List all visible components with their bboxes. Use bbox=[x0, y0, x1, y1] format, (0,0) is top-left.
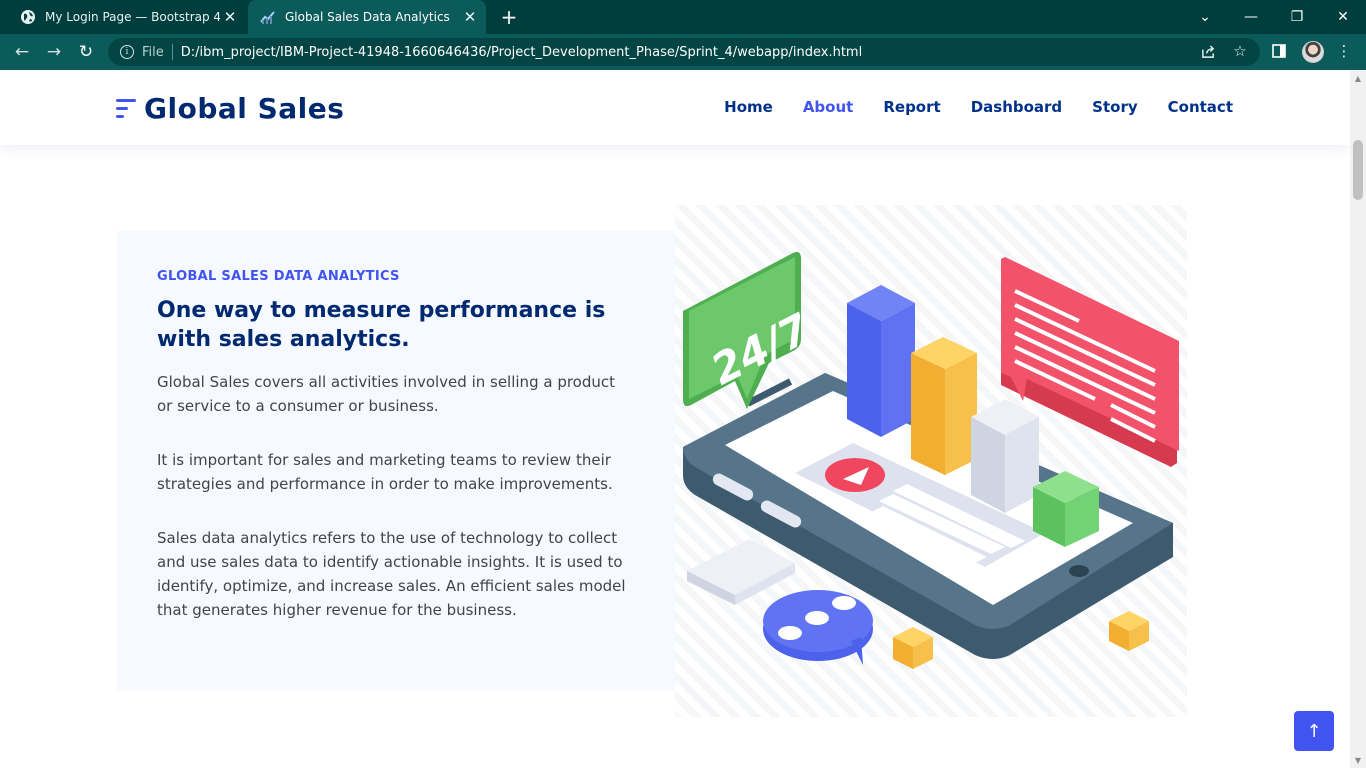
close-window-button[interactable]: ✕ bbox=[1320, 0, 1366, 34]
divider bbox=[171, 44, 173, 60]
forward-button[interactable]: → bbox=[42, 40, 66, 64]
url-text[interactable]: D:/ibm_project/IBM-Project-41948-1660646… bbox=[181, 45, 862, 60]
page-scrollbar[interactable]: ▲ ▼ bbox=[1350, 70, 1366, 768]
isometric-tablet-analytics-illustration: 24/7 bbox=[675, 205, 1187, 717]
about-paragraph: It is important for sales and marketing … bbox=[157, 451, 613, 493]
about-content-card: GLOBAL SALES DATA ANALYTICS One way to m… bbox=[117, 231, 675, 690]
nav-contact[interactable]: Contact bbox=[1168, 98, 1233, 116]
browser-toolbar: ← → ↻ i File D:/ibm_project/IBM-Project-… bbox=[0, 34, 1366, 70]
new-tab-button[interactable]: + bbox=[498, 5, 520, 29]
section-eyebrow: GLOBAL SALES DATA ANALYTICS bbox=[157, 269, 400, 284]
back-button[interactable]: ← bbox=[10, 40, 34, 64]
nav-home[interactable]: Home bbox=[724, 98, 773, 116]
minimize-button[interactable]: — bbox=[1228, 0, 1274, 34]
nav-about[interactable]: About bbox=[803, 98, 854, 116]
scrollbar-thumb[interactable] bbox=[1353, 140, 1363, 200]
site-info-icon[interactable]: i bbox=[120, 45, 134, 59]
scheme-label: File bbox=[142, 44, 164, 60]
browser-tab-strip: My Login Page — Bootstrap 4 Lo ✕ Global … bbox=[0, 0, 1366, 34]
globe-icon bbox=[21, 10, 35, 24]
chart-favicon-icon bbox=[260, 11, 275, 24]
logo-bars-icon bbox=[116, 96, 138, 122]
nav-report[interactable]: Report bbox=[883, 98, 940, 116]
close-tab-icon[interactable]: ✕ bbox=[460, 7, 480, 27]
page-viewport: Global Sales Home About Report Dashboard… bbox=[0, 70, 1350, 768]
share-icon[interactable] bbox=[1197, 40, 1219, 62]
tab-title: My Login Page — Bootstrap 4 Lo bbox=[45, 10, 220, 24]
logo-text: Global Sales bbox=[144, 92, 345, 125]
section-headline: One way to measure performance is with s… bbox=[157, 298, 606, 352]
bookmark-star-icon[interactable]: ☆ bbox=[1229, 40, 1251, 62]
scroll-up-arrow-icon[interactable]: ▲ bbox=[1350, 70, 1366, 86]
profile-avatar[interactable] bbox=[1302, 41, 1324, 63]
close-tab-icon[interactable]: ✕ bbox=[220, 7, 240, 27]
side-panel-icon[interactable] bbox=[1268, 40, 1290, 62]
nav-dashboard[interactable]: Dashboard bbox=[971, 98, 1062, 116]
back-to-top-button[interactable]: ↑ bbox=[1294, 711, 1334, 751]
about-paragraph: Sales data analytics refers to the use o… bbox=[157, 529, 626, 619]
scroll-down-arrow-icon[interactable]: ▼ bbox=[1350, 752, 1366, 768]
kebab-menu-icon[interactable]: ⋮ bbox=[1333, 40, 1355, 62]
restore-button[interactable]: ❐ bbox=[1274, 0, 1320, 34]
tab-search-chevron-icon[interactable]: ⌄ bbox=[1182, 0, 1228, 34]
main-nav: Home About Report Dashboard Story Contac… bbox=[694, 98, 1233, 116]
site-header: Global Sales Home About Report Dashboard… bbox=[0, 70, 1350, 145]
about-paragraph: Global Sales covers all activities invol… bbox=[157, 373, 616, 415]
site-logo[interactable]: Global Sales bbox=[116, 92, 344, 125]
reload-button[interactable]: ↻ bbox=[74, 40, 98, 64]
browser-tab-global-sales[interactable]: Global Sales Data Analytics ✕ bbox=[248, 0, 486, 34]
browser-tab-login[interactable]: My Login Page — Bootstrap 4 Lo ✕ bbox=[8, 0, 246, 34]
address-bar[interactable]: i File D:/ibm_project/IBM-Project-41948-… bbox=[108, 38, 1260, 66]
tab-title: Global Sales Data Analytics bbox=[285, 10, 450, 24]
nav-story[interactable]: Story bbox=[1092, 98, 1137, 116]
